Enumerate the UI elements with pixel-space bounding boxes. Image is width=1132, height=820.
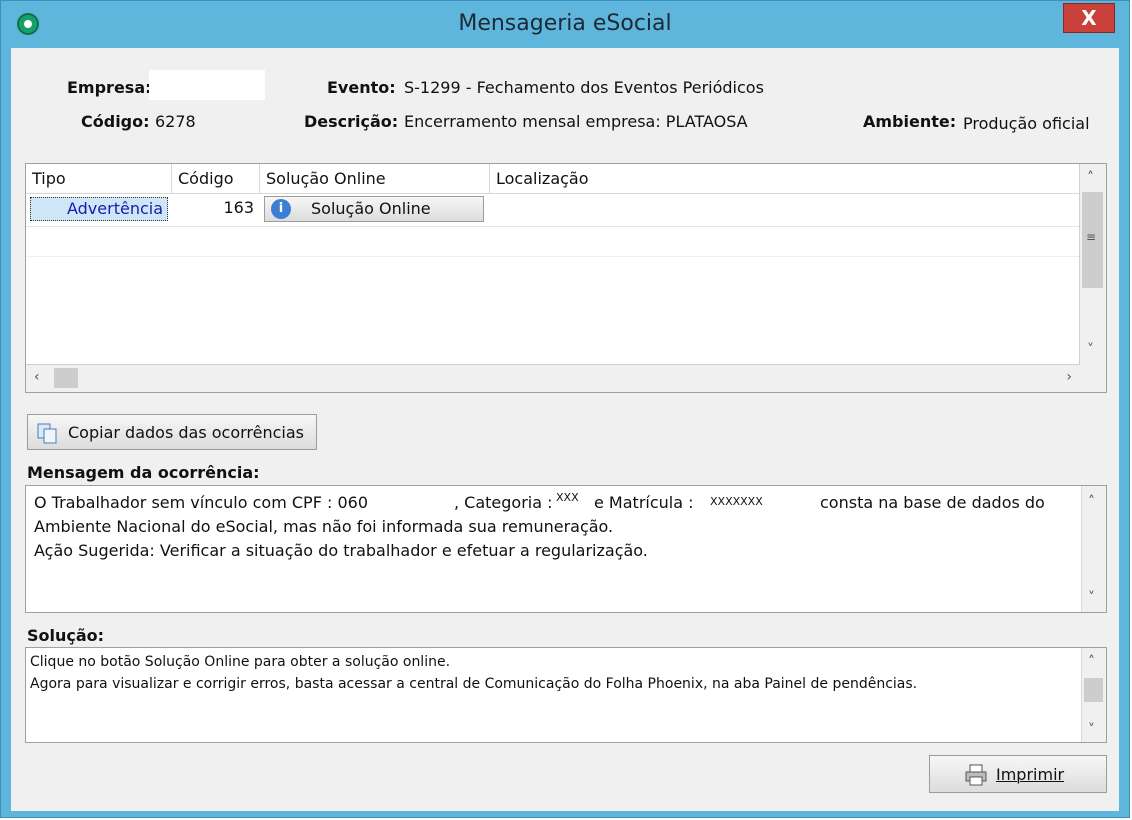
solucao-textbox[interactable]: Clique no botão Solução Online para obte… (25, 647, 1107, 743)
printer-icon (964, 764, 988, 786)
solucao-online-label: Solução Online (311, 199, 431, 218)
imprimir-label: Imprimir (996, 765, 1065, 784)
ambiente-value: Produção oficial (963, 114, 1090, 133)
cell-localizacao (490, 194, 1080, 224)
mensagem-scrollbar[interactable]: ˄ ˅ (1081, 486, 1106, 612)
scroll-down-icon[interactable]: ˅ (1087, 342, 1094, 358)
mensagem-cpf-text: O Trabalhador sem vínculo com CPF : 060 (34, 493, 368, 512)
column-header-solucao-online[interactable]: Solução Online (260, 164, 490, 194)
scroll-thumb[interactable] (54, 368, 78, 388)
copy-icon (36, 422, 58, 444)
codigo-label: Código: (81, 112, 150, 131)
scroll-right-icon[interactable]: › (1066, 369, 1072, 385)
mensagem-matricula-text: e Matrícula : (594, 493, 694, 512)
copiar-ocorrencias-button[interactable]: Copiar dados das ocorrências (27, 414, 317, 450)
grid-vertical-scrollbar[interactable]: ˄ ≡ ˅ (1079, 164, 1106, 366)
scroll-up-icon[interactable]: ˄ (1087, 170, 1094, 186)
mensagem-categoria-value: XXX (556, 491, 579, 504)
close-button[interactable]: X (1063, 3, 1115, 33)
grip-icon: ≡ (1086, 230, 1097, 244)
mensagem-textbox[interactable]: O Trabalhador sem vínculo com CPF : 060 … (25, 485, 1107, 613)
imprimir-button[interactable]: Imprimir (929, 755, 1107, 793)
scroll-up-icon[interactable]: ˄ (1088, 654, 1095, 670)
mensagem-line-2: Ambiente Nacional do eSocial, mas não fo… (34, 517, 614, 536)
info-icon: i (271, 199, 291, 219)
mensagem-base-text: consta na base de dados do (820, 493, 1045, 512)
scroll-down-icon[interactable]: ˅ (1088, 722, 1095, 738)
ambiente-label: Ambiente: (863, 112, 957, 131)
cell-codigo: 163 (223, 198, 254, 217)
solucao-scrollbar[interactable]: ˄ ˅ (1081, 648, 1106, 742)
descricao-value: Encerramento mensal empresa: PLATAOSA (404, 112, 748, 131)
copiar-ocorrencias-label: Copiar dados das ocorrências (68, 423, 305, 442)
mensagem-label: Mensagem da ocorrência: (27, 463, 260, 482)
app-window: Mensageria eSocial X Empresa: Código: 62… (0, 0, 1130, 818)
solucao-line-2: Agora para visualizar e corrigir erros, … (30, 676, 918, 692)
scroll-down-icon[interactable]: ˅ (1088, 590, 1095, 606)
mensagem-categoria-text: , Categoria : (454, 493, 553, 512)
title-bar[interactable]: Mensageria eSocial X (1, 1, 1129, 47)
occurrences-grid[interactable]: Tipo Código Solução Online Localização A… (25, 163, 1107, 393)
window-title: Mensageria eSocial (458, 11, 672, 36)
scroll-thumb[interactable] (1084, 678, 1103, 702)
mensagem-matricula-value: XXXXXXX (710, 495, 763, 508)
scroll-up-icon[interactable]: ˄ (1088, 494, 1095, 510)
scroll-left-icon[interactable]: ‹ (34, 369, 40, 385)
cell-tipo[interactable]: Advertência (30, 197, 168, 221)
column-header-codigo[interactable]: Código (172, 164, 260, 194)
column-header-localizacao[interactable]: Localização (490, 164, 1080, 194)
scroll-corner (1080, 365, 1106, 392)
codigo-value: 6278 (155, 112, 196, 131)
evento-value: S-1299 - Fechamento dos Eventos Periódic… (404, 78, 764, 97)
dialog-body: Empresa: Código: 6278 Evento: S-1299 - F… (11, 48, 1119, 811)
grid-horizontal-scrollbar[interactable]: ‹ › (26, 364, 1080, 392)
table-row[interactable]: Advertência 163 i Solução Online (26, 194, 1080, 227)
evento-label: Evento: (327, 78, 396, 97)
mensagem-line-1: O Trabalhador sem vínculo com CPF : 060 … (34, 491, 1074, 513)
solucao-label: Solução: (27, 626, 105, 645)
solucao-line-1: Clique no botão Solução Online para obte… (30, 654, 451, 670)
solucao-online-button[interactable]: i Solução Online (264, 196, 484, 222)
empresa-label: Empresa: (67, 78, 152, 97)
mensagem-line-3: Ação Sugerida: Verificar a situação do t… (34, 541, 648, 560)
descricao-label: Descrição: (304, 112, 399, 131)
empresa-value-redacted (149, 70, 265, 100)
column-header-tipo[interactable]: Tipo (26, 164, 172, 194)
grid-row-divider (26, 256, 1080, 257)
